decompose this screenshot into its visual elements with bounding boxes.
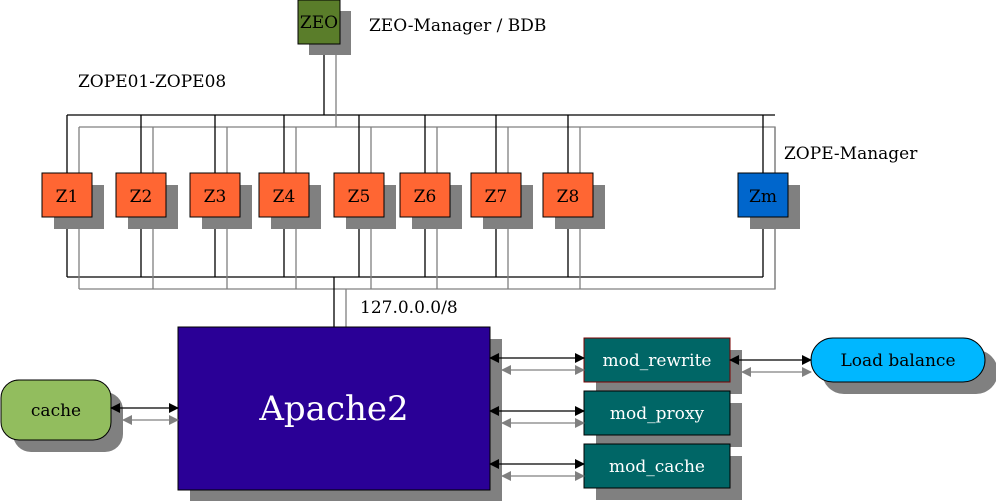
- zeo-node[interactable]: ZEO: [297, 0, 351, 55]
- load-balance-label: Load balance: [840, 351, 955, 371]
- zope-node-label: Z3: [204, 187, 227, 207]
- zope-node-3[interactable]: Z3: [189, 172, 252, 229]
- zm-label: Zm: [749, 187, 777, 207]
- zope-node-label: Z6: [414, 187, 437, 207]
- cache-label: cache: [31, 401, 81, 421]
- zeo-label: ZEO: [300, 13, 338, 33]
- zope-range-label: ZOPE01-ZOPE08: [78, 72, 226, 92]
- zope-node-label: Z5: [348, 187, 371, 207]
- module-label: mod_cache: [609, 457, 705, 477]
- module-label: mod_proxy: [610, 404, 705, 424]
- zope-node-label: Z1: [56, 187, 79, 207]
- architecture-diagram: ZEO ZEO-Manager / BDB ZOPE01-ZOPE08 ZOPE…: [0, 0, 996, 501]
- zope-node-label: Z2: [130, 187, 153, 207]
- zope-node-6[interactable]: Z6: [399, 172, 462, 229]
- zope-node-1[interactable]: Z1: [41, 172, 104, 229]
- zope-node-4[interactable]: Z4: [258, 172, 321, 229]
- zope-node-7[interactable]: Z7: [470, 172, 533, 229]
- zope-node-2[interactable]: Z2: [115, 172, 178, 229]
- module-mod-proxy[interactable]: mod_proxy: [583, 390, 742, 447]
- zope-node-5[interactable]: Z5: [333, 172, 396, 229]
- zope-node-label: Z7: [485, 187, 508, 207]
- network-label: 127.0.0.0/8: [360, 298, 458, 318]
- load-balance-node[interactable]: Load balance: [810, 337, 996, 394]
- apache-modules-group: mod_rewrite mod_proxy mod_cache: [583, 337, 742, 500]
- zope-node-8[interactable]: Z8: [542, 172, 605, 229]
- zope-nodes-group: Z1 Z2 Z3 Z4 Z5 Z6 Z7 Z8: [41, 172, 605, 229]
- zope-manager-node[interactable]: Zm: [737, 172, 800, 229]
- apache-label: Apache2: [258, 389, 408, 429]
- zope-node-label: Z4: [273, 187, 296, 207]
- module-mod-cache[interactable]: mod_cache: [583, 443, 742, 500]
- zeo-manager-label: ZEO-Manager / BDB: [369, 16, 546, 36]
- module-label: mod_rewrite: [603, 351, 712, 371]
- zope-manager-label: ZOPE-Manager: [784, 144, 918, 164]
- zope-node-label: Z8: [557, 187, 580, 207]
- module-mod-rewrite[interactable]: mod_rewrite: [583, 337, 742, 394]
- cache-node[interactable]: cache: [0, 379, 123, 452]
- apache-node[interactable]: Apache2: [177, 326, 502, 501]
